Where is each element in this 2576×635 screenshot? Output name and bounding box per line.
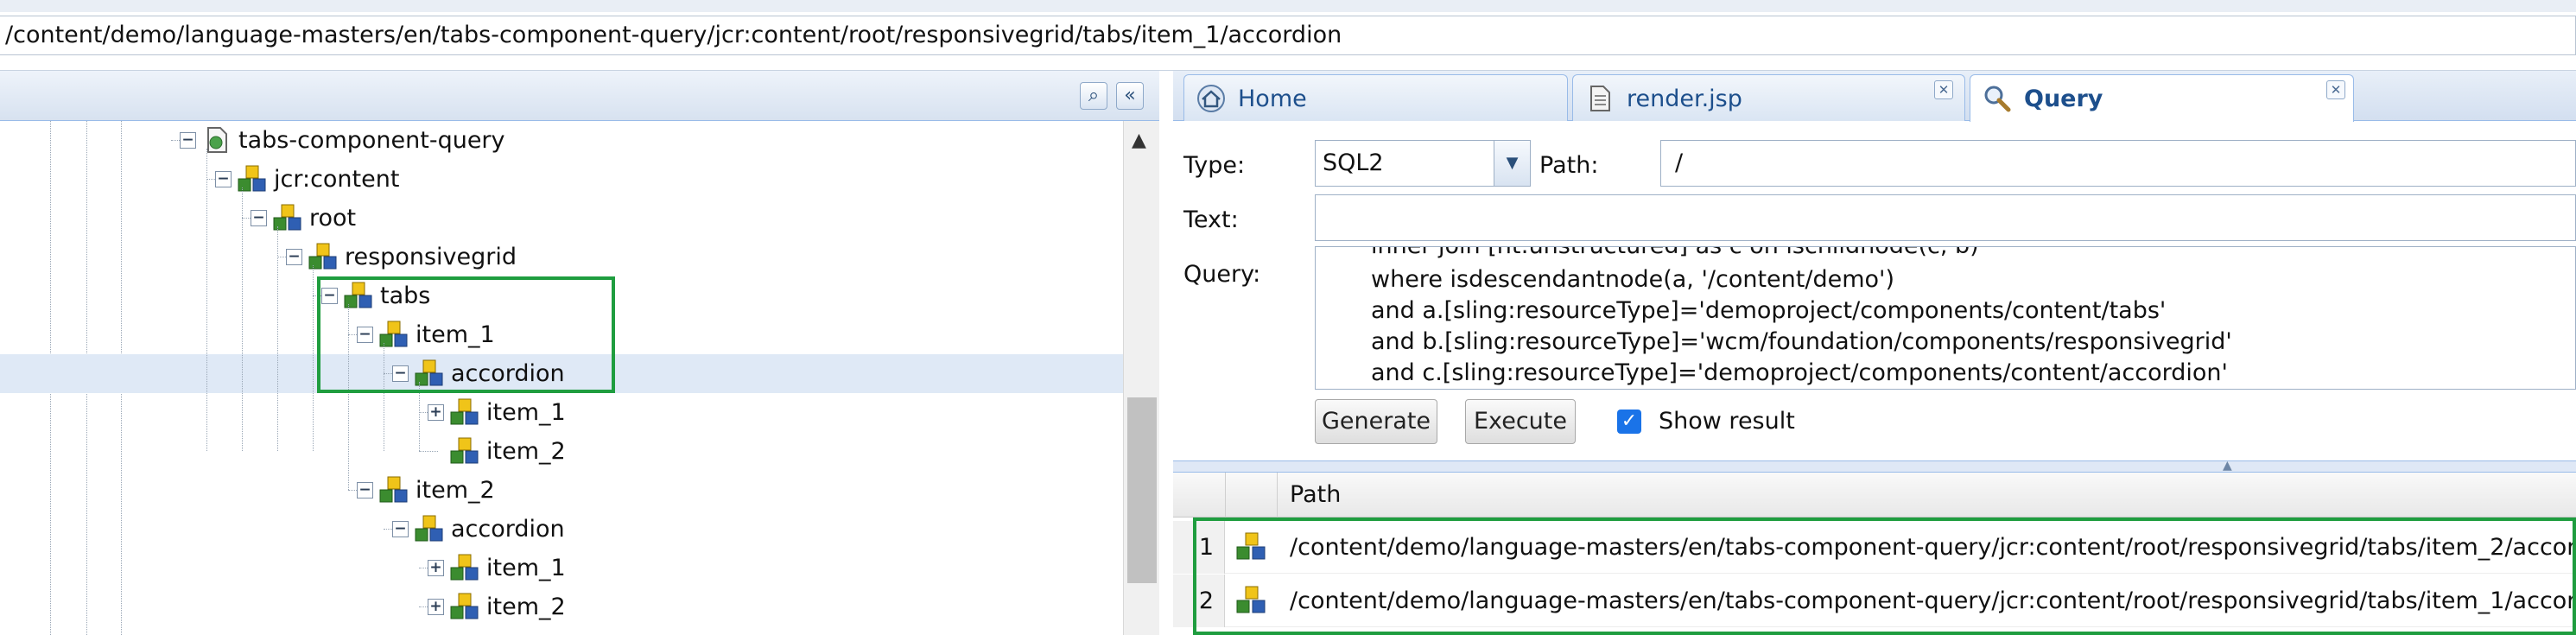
query-line: inner join [nt:unstructured] as c on isc… bbox=[1371, 247, 1979, 263]
tree-node[interactable]: − tabs-component-query bbox=[0, 121, 1123, 160]
type-label: Type: bbox=[1183, 152, 1246, 179]
repository-tree-panel: ⌕ « − tabs-component-query − jcr:content − ro… bbox=[0, 71, 1159, 635]
show-result-checkbox[interactable]: ✓ bbox=[1617, 410, 1641, 434]
close-icon[interactable]: ✕ bbox=[2326, 80, 2345, 99]
close-icon[interactable]: ✕ bbox=[1934, 80, 1953, 99]
tree-node-label: accordion bbox=[451, 516, 565, 543]
tree-node-label: jcr:content bbox=[274, 166, 400, 193]
tree-node[interactable]: − responsivegrid bbox=[0, 238, 1123, 276]
type-select[interactable]: SQL2 ▼ bbox=[1315, 140, 1531, 187]
tree-guide-line bbox=[242, 187, 243, 451]
query-line: and c.[sling:resourceType]='demoproject/… bbox=[1371, 359, 2228, 386]
magnifier-icon bbox=[1984, 86, 2011, 112]
tab-query[interactable]: Query ✕ bbox=[1970, 74, 2354, 122]
tree-node[interactable]: − jcr:content bbox=[0, 160, 1123, 199]
path-input[interactable]: /content/demo/language-masters/en/tabs-c… bbox=[0, 16, 2576, 55]
scroll-thumb[interactable] bbox=[1127, 397, 1157, 583]
collapse-icon[interactable]: − bbox=[215, 171, 232, 187]
collapse-icon[interactable]: − bbox=[251, 210, 267, 226]
tree-scrollbar[interactable]: ▲ bbox=[1123, 121, 1159, 635]
node-icon bbox=[415, 515, 443, 542]
tab-home-label: Home bbox=[1238, 86, 1307, 112]
tree-node[interactable]: − item_2 bbox=[0, 471, 1123, 510]
query-line: where isdescendantnode(a, '/content/demo… bbox=[1371, 266, 1894, 293]
tree-node[interactable]: + item_1 bbox=[0, 549, 1123, 587]
column-separator bbox=[1277, 473, 1278, 518]
node-icon bbox=[450, 593, 479, 619]
tree-guide-line bbox=[419, 451, 438, 452]
collapse-icon[interactable]: − bbox=[286, 249, 302, 265]
chevron-down-icon[interactable]: ▼ bbox=[1494, 141, 1530, 186]
collapse-icon[interactable]: − bbox=[357, 482, 373, 498]
expand-icon[interactable]: + bbox=[428, 404, 444, 421]
execute-button[interactable]: Execute bbox=[1465, 399, 1576, 444]
node-icon bbox=[450, 398, 479, 425]
collapse-icon[interactable]: − bbox=[180, 132, 196, 149]
path-bar: /content/demo/language-masters/en/tabs-c… bbox=[0, 0, 2576, 71]
tree-guide-line bbox=[313, 265, 314, 451]
home-icon bbox=[1197, 85, 1225, 112]
node-icon bbox=[379, 476, 408, 503]
tab-query-label: Query bbox=[2024, 86, 2103, 112]
tab-render-jsp-label: render.jsp bbox=[1627, 86, 1742, 112]
query-textarea[interactable]: inner join [nt:unstructured] as c on isc… bbox=[1315, 246, 2576, 390]
expand-icon[interactable]: + bbox=[428, 599, 444, 615]
node-icon bbox=[450, 554, 479, 581]
results-highlight-box bbox=[1193, 518, 2576, 635]
tree-node-label: item_2 bbox=[416, 477, 495, 504]
tree-node[interactable]: + item_2 bbox=[0, 587, 1123, 626]
tree-node-label: root bbox=[309, 205, 357, 232]
column-separator bbox=[1225, 473, 1226, 518]
tab-strip: Home render.jsp ✕ Query ✕ bbox=[1173, 71, 2576, 122]
path-field-value: / bbox=[1675, 149, 1684, 176]
tree-node-label: tabs-component-query bbox=[238, 127, 505, 154]
tree-highlight-box bbox=[317, 276, 615, 393]
text-field[interactable] bbox=[1315, 194, 2576, 241]
panel-splitter[interactable]: ▲ bbox=[1173, 459, 2576, 473]
tree-node-label: responsivegrid bbox=[345, 244, 517, 270]
expand-icon[interactable]: + bbox=[428, 560, 444, 576]
query-line: and a.[sling:resourceType]='demoproject/… bbox=[1371, 297, 2167, 324]
path-column-header[interactable]: Path bbox=[1290, 473, 1341, 518]
results-grid-header: Path bbox=[1173, 473, 2576, 518]
tree-node-label: item_1 bbox=[486, 399, 566, 426]
node-icon bbox=[450, 437, 479, 464]
tab-render-jsp[interactable]: render.jsp ✕ bbox=[1572, 74, 1965, 121]
binoculars-icon[interactable]: ⌕ bbox=[1080, 82, 1107, 110]
window-top-strip bbox=[0, 0, 2576, 12]
path-field[interactable]: / bbox=[1660, 140, 2576, 187]
file-icon bbox=[1590, 86, 1610, 111]
tab-home[interactable]: Home bbox=[1183, 74, 1568, 121]
tree-node-label: item_2 bbox=[486, 438, 566, 465]
tree-guide-line bbox=[206, 149, 207, 451]
collapse-icon[interactable]: − bbox=[392, 521, 409, 537]
tree-node[interactable]: − accordion bbox=[0, 510, 1123, 549]
tree-node[interactable]: + item_1 bbox=[0, 393, 1123, 432]
show-result-label: Show result bbox=[1659, 408, 1795, 435]
generate-button[interactable]: Generate bbox=[1315, 399, 1437, 444]
scroll-up-arrow-icon[interactable]: ▲ bbox=[1132, 130, 1146, 151]
query-label: Query: bbox=[1183, 261, 1261, 288]
chevron-up-icon[interactable]: ▲ bbox=[2223, 459, 2232, 473]
tree-node-label: item_1 bbox=[486, 555, 566, 581]
tree-node[interactable]: item_2 bbox=[0, 432, 1123, 471]
text-label: Text: bbox=[1183, 206, 1239, 233]
tree-panel-header: ⌕ « bbox=[0, 71, 1159, 121]
tree-node[interactable]: − root bbox=[0, 199, 1123, 238]
tree-node-label: item_2 bbox=[486, 594, 566, 620]
tree-guide-line bbox=[277, 226, 278, 451]
collapse-left-icon[interactable]: « bbox=[1116, 82, 1144, 110]
query-line: and b.[sling:resourceType]='wcm/foundati… bbox=[1371, 328, 2232, 355]
type-select-value: SQL2 bbox=[1323, 149, 1384, 176]
path-label: Path: bbox=[1539, 152, 1599, 179]
